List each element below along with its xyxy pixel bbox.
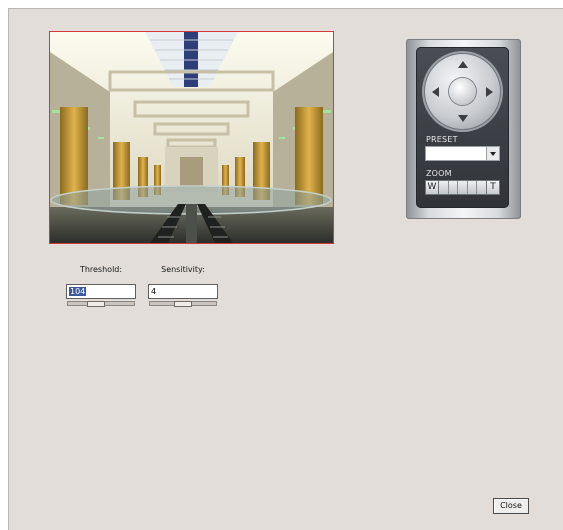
threshold-slider-thumb[interactable] xyxy=(87,301,105,307)
pan-down-icon[interactable] xyxy=(458,115,468,122)
threshold-label: Threshold: xyxy=(79,265,123,274)
zoom-tele-button[interactable]: T xyxy=(486,180,500,195)
dropdown-arrow-icon[interactable] xyxy=(486,147,499,160)
sensitivity-value: 4 xyxy=(151,287,157,296)
zoom-control: W T xyxy=(425,180,500,195)
pan-tilt-dpad[interactable] xyxy=(424,53,501,130)
threshold-input[interactable]: 104 xyxy=(66,284,136,299)
preset-label: PRESET xyxy=(426,135,458,144)
sensitivity-label: Sensitivity: xyxy=(161,265,205,274)
ptz-control-panel: PRESET ZOOM W T xyxy=(406,39,521,219)
zoom-slider[interactable] xyxy=(439,180,486,195)
sensitivity-input[interactable]: 4 xyxy=(148,284,218,299)
pan-left-icon[interactable] xyxy=(432,87,439,97)
close-button[interactable]: Close xyxy=(493,498,529,514)
zoom-wide-button[interactable]: W xyxy=(425,180,439,195)
threshold-slider[interactable] xyxy=(67,301,135,307)
threshold-value: 104 xyxy=(69,287,87,296)
dialog-window: PRESET ZOOM W T Threshold: 104 Sensitivi… xyxy=(8,8,563,530)
camera-view xyxy=(49,31,334,244)
zoom-label: ZOOM xyxy=(426,169,452,178)
sensitivity-slider[interactable] xyxy=(149,301,217,307)
sensitivity-slider-thumb[interactable] xyxy=(174,301,192,307)
preset-select[interactable] xyxy=(425,146,500,161)
camera-image xyxy=(50,32,333,243)
ptz-inner-panel: PRESET ZOOM W T xyxy=(416,47,509,208)
home-icon[interactable] xyxy=(449,78,476,105)
pan-up-icon[interactable] xyxy=(458,61,468,68)
pan-right-icon[interactable] xyxy=(486,87,493,97)
